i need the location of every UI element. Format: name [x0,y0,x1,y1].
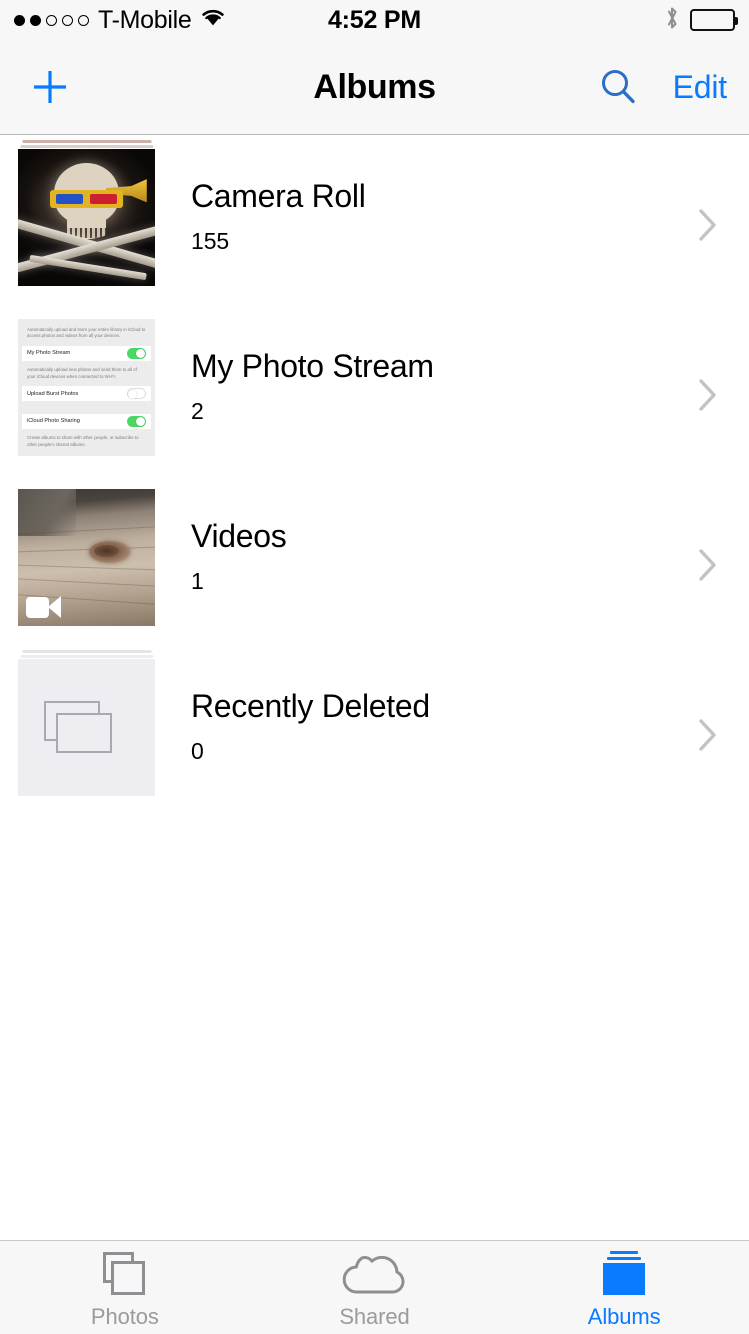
search-icon [596,65,640,109]
photos-app-screen: T-Mobile 4:52 PM [0,0,749,1334]
signal-dot-1 [14,15,25,26]
tab-albums[interactable]: Albums [499,1241,749,1334]
album-count: 155 [191,228,695,255]
add-album-button[interactable] [22,59,78,115]
albums-icon [601,1250,647,1298]
navigation-bar: Albums Edit [0,40,749,135]
signal-dot-5 [78,15,89,26]
tab-photos[interactable]: Photos [0,1241,250,1334]
album-thumbnail-camera-roll [18,140,155,300]
chevron-right-icon [695,203,721,252]
navigation-bar-right: Edit [593,62,727,112]
chevron-right-icon [695,543,721,592]
album-row-camera-roll[interactable]: Camera Roll 155 [0,135,749,305]
wood-floor-artwork [18,489,155,626]
toggle-switch-on [127,416,146,427]
album-name: My Photo Stream [191,348,695,385]
album-info-videos: Videos 1 [155,475,695,595]
photos-stacked-squares-icon [103,1250,147,1298]
album-thumbnail-videos [18,480,155,640]
tab-shared[interactable]: Shared [250,1241,500,1334]
album-name: Camera Roll [191,178,695,215]
cloud-icon [341,1250,409,1298]
status-bar-left: T-Mobile [14,6,226,35]
album-thumbnail-recently-deleted [18,650,155,810]
stack-edge-top [22,140,151,143]
chevron-right-icon [695,373,721,422]
settings-screenshot-artwork: Automatically upload and store your enti… [18,319,155,456]
video-camera-badge-icon [26,596,62,618]
carrier-name: T-Mobile [98,6,191,35]
album-info-camera-roll: Camera Roll 155 [155,135,695,255]
thumbnail-image-recently-deleted [18,659,155,796]
stack-edge-top [22,650,151,653]
placeholder-rect-front [56,713,112,753]
settings-row-icloud-photo-sharing: iCloud Photo Sharing [22,414,151,429]
tab-label-shared: Shared [339,1304,409,1330]
toggle-switch-on [127,348,146,359]
settings-row-my-photo-stream: My Photo Stream [22,346,151,361]
settings-row-label: Upload Burst Photos [27,390,78,398]
settings-note-stream: Automatically upload new photos and send… [22,364,151,383]
album-name: Recently Deleted [191,688,695,725]
tab-label-albums: Albums [588,1304,661,1330]
settings-note-top: Automatically upload and store your enti… [22,324,151,343]
plus-icon [28,65,72,109]
album-row-recently-deleted[interactable]: Recently Deleted 0 [0,645,749,815]
search-button[interactable] [593,62,643,112]
thumbnail-image-videos [18,489,155,626]
status-bar-right [664,5,735,36]
stack-edge-second [20,145,153,148]
album-row-my-photo-stream[interactable]: Automatically upload and store your enti… [0,305,749,475]
album-name: Videos [191,518,695,555]
bluetooth-icon [664,5,680,36]
edit-button[interactable]: Edit [673,69,727,106]
album-count: 2 [191,398,695,425]
album-count: 0 [191,738,695,765]
thumbnail-image-camera-roll [18,149,155,286]
settings-row-label: My Photo Stream [27,349,70,357]
signal-dot-2 [30,15,41,26]
album-count: 1 [191,568,695,595]
album-thumbnail-my-photo-stream: Automatically upload and store your enti… [18,310,155,470]
stack-edge-second [20,655,153,658]
chevron-right-icon [695,713,721,762]
tab-bar: Photos Shared Albums [0,1240,749,1334]
settings-note-sharing: Create albums to share with other people… [22,432,151,451]
empty-placeholder-artwork [18,659,155,796]
settings-row-upload-burst-photos: Upload Burst Photos [22,386,151,401]
wifi-icon [200,7,226,32]
status-bar: T-Mobile 4:52 PM [0,0,749,40]
album-row-videos[interactable]: Videos 1 [0,475,749,645]
tab-label-photos: Photos [91,1304,159,1330]
skull-artwork [18,149,155,286]
battery-icon [690,9,735,31]
album-list: Camera Roll 155 Automatically upload and… [0,135,749,1240]
signal-dot-4 [62,15,73,26]
thumbnail-image-my-photo-stream: Automatically upload and store your enti… [18,319,155,456]
settings-row-label: iCloud Photo Sharing [27,417,80,425]
album-info-recently-deleted: Recently Deleted 0 [155,645,695,765]
signal-dot-3 [46,15,57,26]
toggle-switch-off [127,388,146,399]
album-info-my-photo-stream: My Photo Stream 2 [155,305,695,425]
signal-strength-dots [14,15,89,26]
